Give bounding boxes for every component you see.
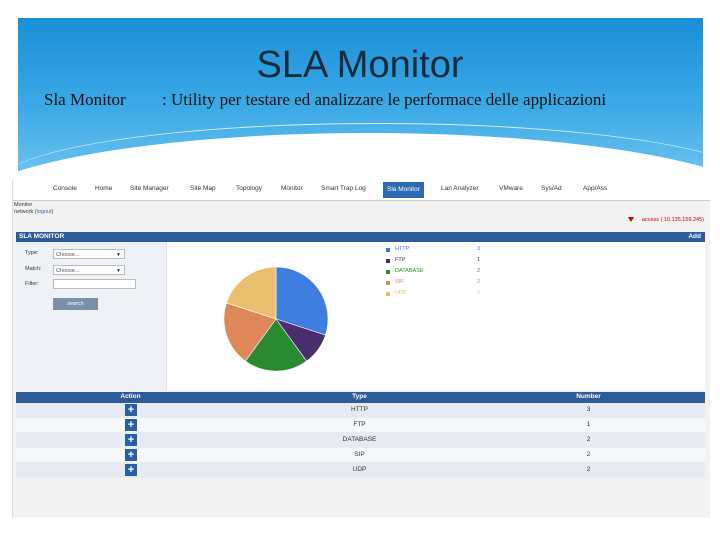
legend-item: UDP 2 <box>386 290 506 301</box>
match-select[interactable]: Choose... ▼ <box>53 265 125 275</box>
table-row: + FTP 1 <box>16 418 705 433</box>
app-screenshot: Console Home Site Manager Site Map Topol… <box>12 180 710 518</box>
legend-swatch <box>386 248 390 252</box>
legend-value: 2 <box>477 268 481 274</box>
header-action: Action <box>120 393 141 400</box>
row-number: 1 <box>586 421 591 428</box>
down-arrow-icon <box>627 217 634 223</box>
filter-label: Filter: <box>25 281 39 287</box>
nav-tab-monitor[interactable]: Monitor <box>281 185 303 192</box>
sla-monitor-panel: Type: Choose... ▼ Match: Choose... ▼ Filte… <box>16 242 705 390</box>
type-select-value: Choose... <box>56 252 80 258</box>
nav-tab-home[interactable]: Home <box>95 185 112 192</box>
legend-swatch <box>386 259 390 263</box>
sla-table: Action Type Number + HTTP 3 + FTP 1 + DA… <box>16 392 705 478</box>
chart-area: HTTP 3 FTP 1 DATABASE 2 SIP 2 UDP 2 <box>171 242 701 390</box>
dropdown-arrow-icon: ▼ <box>116 268 121 274</box>
legend-label: DATABASE <box>395 268 424 274</box>
legend-swatch <box>386 270 390 274</box>
nav-tab-sla-monitor[interactable]: Sla Monitor <box>383 182 424 198</box>
table-row: + UDP 2 <box>16 463 705 478</box>
nav-tab-sys-ad[interactable]: Sys/Ad <box>541 185 562 192</box>
match-label: Match: <box>25 266 42 272</box>
filter-input[interactable] <box>53 279 136 289</box>
match-select-value: Choose... <box>56 268 80 274</box>
nav-tab-site-map[interactable]: Site Map <box>190 185 216 192</box>
chart-legend: HTTP 3 FTP 1 DATABASE 2 SIP 2 UDP 2 <box>386 246 506 301</box>
row-type: SIP <box>354 451 365 458</box>
legend-label: FTP <box>395 257 406 263</box>
nav-tab-smart-trap-log[interactable]: Smart Trap Log <box>321 185 366 192</box>
nav-tab-app-ass[interactable]: App/Ass <box>583 185 607 192</box>
legend-item: HTTP 3 <box>386 246 506 257</box>
slide-title: SLA Monitor <box>256 44 464 86</box>
legend-label: SIP <box>395 279 404 285</box>
expand-plus-icon[interactable]: + <box>125 419 137 431</box>
add-button[interactable]: Add <box>688 233 701 240</box>
expand-plus-icon[interactable]: + <box>125 404 137 416</box>
user-line-prefix: network ( <box>14 209 37 215</box>
type-label: Type: <box>25 250 39 256</box>
nav-tab-lan-analyzer[interactable]: Lan Analyzer <box>441 185 479 192</box>
legend-item: FTP 1 <box>386 257 506 268</box>
slide-subtitle-left: Sla Monitor <box>44 90 126 109</box>
legend-value: 3 <box>477 246 481 252</box>
row-type: HTTP <box>351 406 368 413</box>
table-header: Action Type Number <box>16 392 705 403</box>
breadcrumb: Monitor <box>14 202 33 208</box>
legend-label: HTTP <box>395 246 410 252</box>
panel-title: SLA MONITOR <box>19 233 65 240</box>
dropdown-arrow-icon: ▼ <box>116 252 121 258</box>
table-row: + SIP 2 <box>16 448 705 463</box>
legend-value: 1 <box>477 257 481 263</box>
expand-plus-icon[interactable]: + <box>125 449 137 461</box>
header-type: Type <box>352 393 367 400</box>
row-number: 2 <box>586 466 591 473</box>
access-info: access ( 10.135.159.245) <box>627 217 704 223</box>
user-line: network (logout) <box>14 209 53 215</box>
top-nav: Console Home Site Manager Site Map Topol… <box>13 180 710 201</box>
header-number: Number <box>576 393 601 400</box>
legend-value: 2 <box>477 290 481 296</box>
logout-link[interactable]: logout <box>37 209 52 215</box>
pie-chart <box>223 266 329 372</box>
legend-swatch <box>386 281 390 285</box>
slide-subtitle-right: : Utility per testare ed analizzare le p… <box>162 90 607 109</box>
row-type: FTP <box>353 421 366 428</box>
type-select[interactable]: Choose... ▼ <box>53 249 125 259</box>
user-line-suffix: ) <box>51 209 54 215</box>
row-type: UDP <box>352 466 367 473</box>
access-text: access ( 10.135.159.245) <box>641 217 704 223</box>
row-number: 2 <box>586 451 591 458</box>
legend-item: SIP 2 <box>386 279 506 290</box>
filter-sidebar: Type: Choose... ▼ Match: Choose... ▼ Filte… <box>16 242 167 390</box>
search-button[interactable]: search <box>53 298 98 310</box>
nav-tab-vmware[interactable]: VMware <box>499 185 523 192</box>
legend-label: UDP <box>395 290 407 296</box>
row-number: 3 <box>586 406 591 413</box>
expand-plus-icon[interactable]: + <box>125 434 137 446</box>
legend-swatch <box>386 292 390 296</box>
nav-tab-console[interactable]: Console <box>53 185 77 192</box>
nav-tab-topology[interactable]: Topology <box>236 185 262 192</box>
row-number: 2 <box>586 436 591 443</box>
sla-monitor-panel-header: SLA MONITOR Add <box>16 232 705 242</box>
table-row: + HTTP 3 <box>16 403 705 418</box>
legend-value: 2 <box>477 279 481 285</box>
table-row: + DATABASE 2 <box>16 433 705 448</box>
nav-tab-site-manager[interactable]: Site Manager <box>130 185 169 192</box>
row-type: DATABASE <box>342 436 377 443</box>
legend-item: DATABASE 2 <box>386 268 506 279</box>
expand-plus-icon[interactable]: + <box>125 464 137 476</box>
